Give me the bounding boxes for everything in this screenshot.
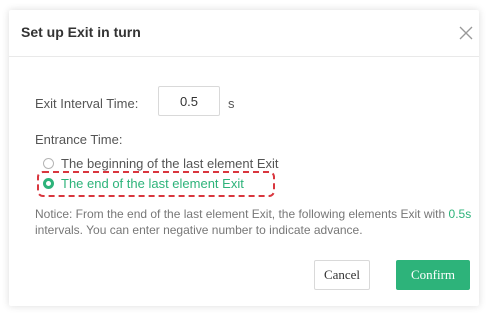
dialog-header: Set up Exit in turn: [9, 10, 479, 57]
notice-text: Notice: From the end of the last element…: [35, 206, 475, 238]
entrance-time-label: Entrance Time:: [35, 132, 123, 147]
notice-prefix: Notice: From the end of the last element…: [35, 207, 449, 221]
confirm-button[interactable]: Confirm: [396, 260, 470, 290]
close-icon-graphic: [459, 26, 473, 40]
notice-suffix: intervals. You can enter negative number…: [35, 223, 363, 237]
exit-interval-input[interactable]: [158, 86, 220, 116]
close-icon[interactable]: [457, 24, 475, 42]
radio-checked-icon[interactable]: [43, 178, 54, 189]
cancel-button[interactable]: Cancel: [314, 260, 370, 290]
radio-unchecked-icon[interactable]: [43, 158, 54, 169]
dialog-title: Set up Exit in turn: [21, 24, 141, 40]
radio-option-label: The beginning of the last element Exit: [61, 156, 279, 171]
exit-in-turn-dialog: Set up Exit in turn Exit Interval Time: …: [9, 10, 479, 306]
exit-interval-label: Exit Interval Time:: [35, 96, 139, 111]
radio-option-label: The end of the last element Exit: [61, 176, 244, 191]
notice-interval-highlight: 0.5s: [448, 207, 472, 221]
interval-unit-label: s: [228, 96, 235, 111]
